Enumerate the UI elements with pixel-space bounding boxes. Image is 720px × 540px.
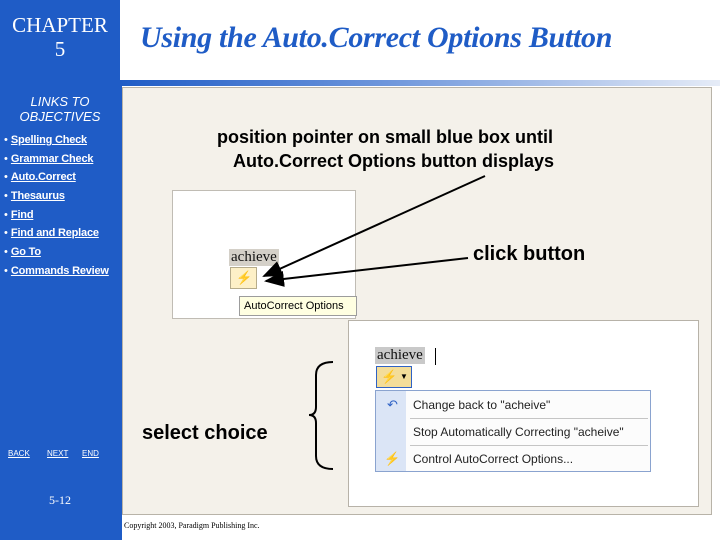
- copyright: Copyright 2003, Paradigm Publishing Inc.: [124, 521, 260, 530]
- brace-select: [308, 361, 334, 470]
- arrow-position-pointer: [262, 175, 486, 277]
- callout-arrows: [262, 175, 486, 470]
